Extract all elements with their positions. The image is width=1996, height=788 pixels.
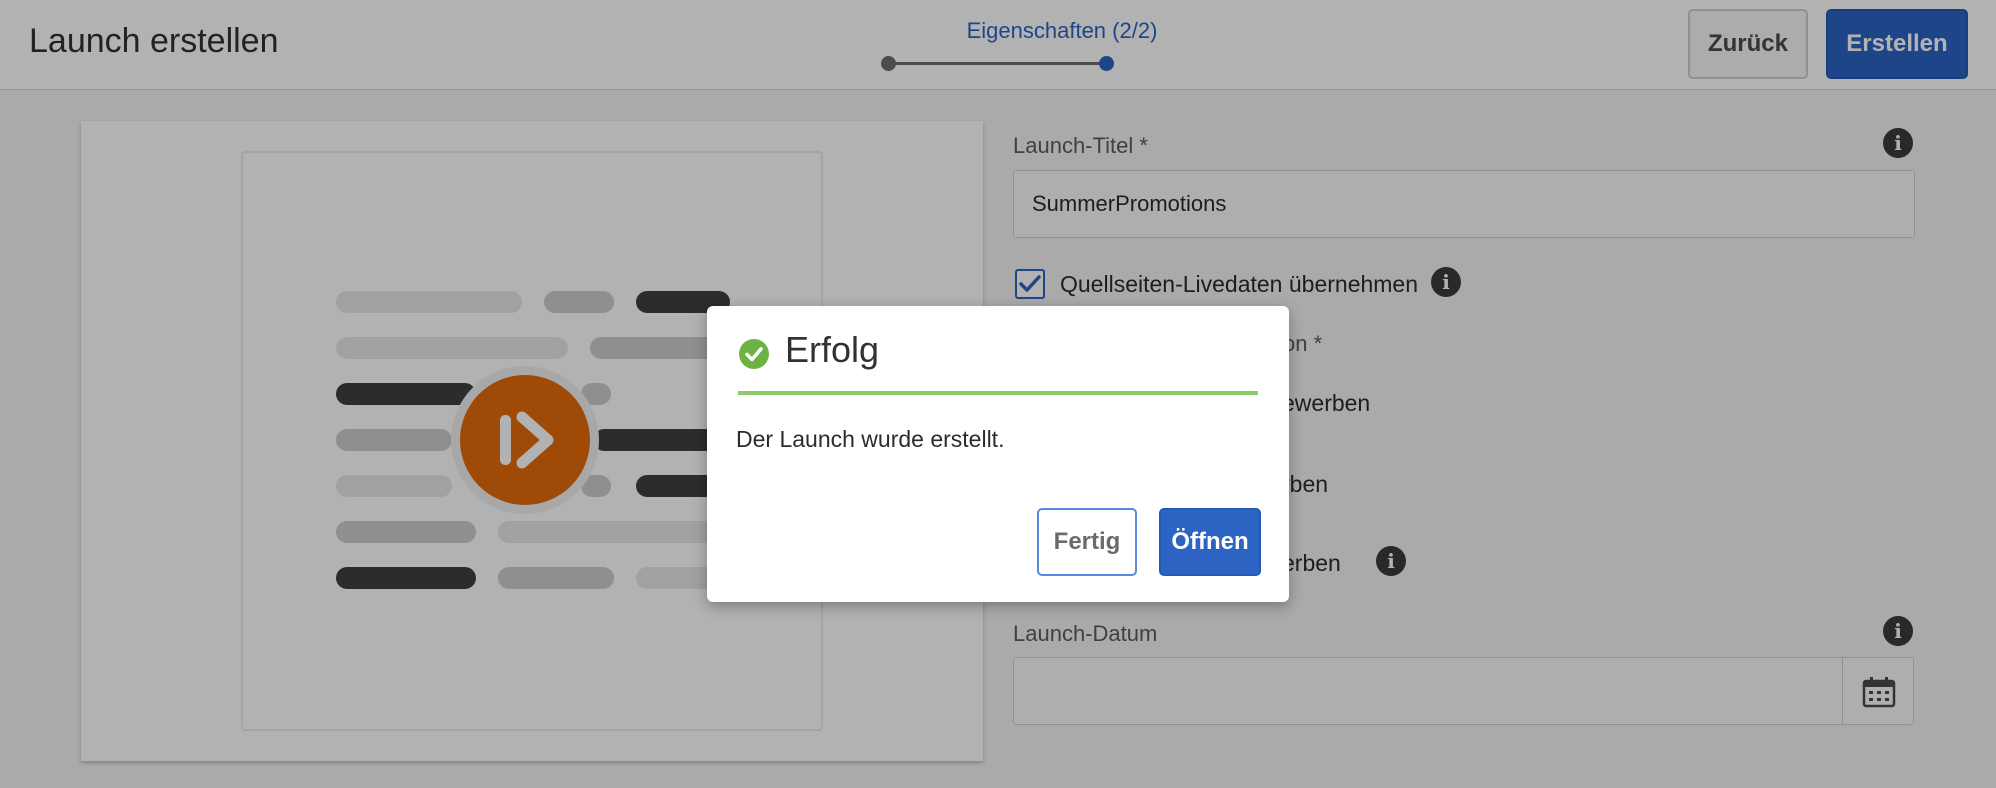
dialog-message: Der Launch wurde erstellt.	[736, 426, 1005, 452]
done-button[interactable]: Fertig	[1037, 508, 1137, 576]
success-dialog: Erfolg Der Launch wurde erstellt. Fertig…	[707, 306, 1289, 602]
open-button[interactable]: Öffnen	[1159, 508, 1261, 576]
dialog-title: Erfolg	[785, 329, 880, 370]
checkmark-circle-icon	[739, 339, 769, 369]
dialog-divider	[738, 391, 1258, 395]
